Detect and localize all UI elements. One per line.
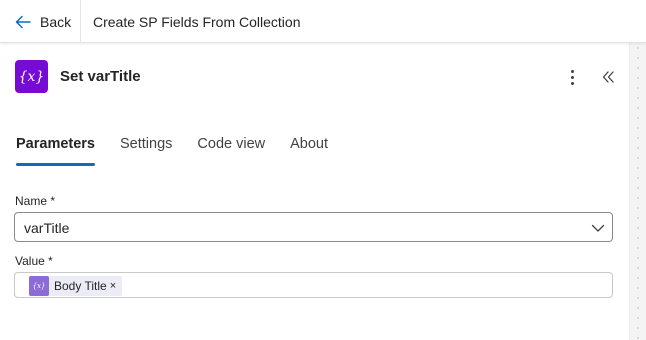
- value-input[interactable]: {x} Body Title ×: [14, 272, 613, 298]
- variable-icon-glyph: {x}: [18, 68, 45, 85]
- arrow-left-icon: [15, 15, 31, 29]
- more-icon: [570, 69, 574, 73]
- action-title[interactable]: Set varTitle: [60, 68, 141, 85]
- chevron-down-icon: [591, 224, 605, 232]
- tab-settings[interactable]: Settings: [120, 136, 172, 166]
- name-field-label: Name *: [15, 194, 56, 208]
- tab-code-view[interactable]: Code view: [197, 136, 265, 166]
- name-dropdown-value: varTitle: [24, 220, 70, 236]
- variable-icon: {x}: [15, 60, 48, 93]
- remove-token-icon[interactable]: ×: [110, 280, 116, 292]
- variable-icon: {x}: [29, 276, 49, 296]
- tab-about[interactable]: About: [290, 136, 328, 166]
- token-label: Body Title: [54, 279, 107, 293]
- back-label: Back: [40, 14, 72, 30]
- canvas-edge: [629, 43, 646, 340]
- tab-parameters[interactable]: Parameters: [16, 136, 95, 166]
- divider: [80, 0, 81, 43]
- name-dropdown[interactable]: varTitle: [14, 212, 613, 242]
- flow-title: Create SP Fields From Collection: [93, 14, 301, 30]
- top-bar: Back Create SP Fields From Collection: [0, 0, 646, 43]
- collapse-panel-button[interactable]: [598, 66, 618, 88]
- double-chevron-left-icon: [602, 71, 614, 83]
- more-options-button[interactable]: [562, 66, 582, 88]
- value-field-label: Value *: [15, 254, 53, 268]
- dynamic-content-token[interactable]: {x} Body Title ×: [29, 276, 123, 296]
- back-button[interactable]: Back: [14, 11, 71, 33]
- token-icon-glyph: {x}: [32, 282, 46, 290]
- tab-list: Parameters Settings Code view About: [16, 136, 353, 166]
